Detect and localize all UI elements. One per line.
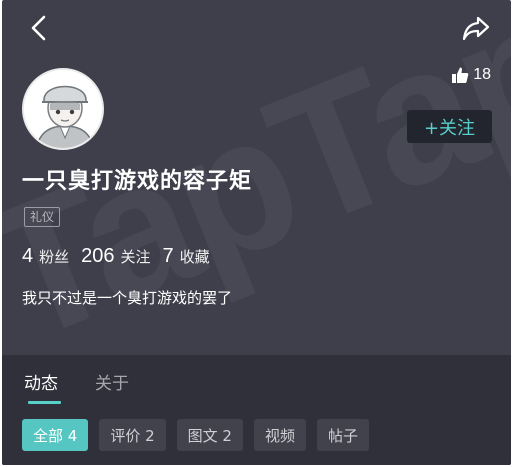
like-count: 18 <box>473 66 491 83</box>
avatar-image <box>24 70 102 148</box>
avatar[interactable] <box>22 68 104 150</box>
profile-screen: TapTap 18 +关注 一只臭打游戏的容子矩 礼仪 4 粉丝 206 关注 … <box>2 0 511 465</box>
filter-chips: 全部 4 评价 2 图文 2 视频 帖子 <box>22 419 369 451</box>
back-button[interactable] <box>24 12 56 44</box>
tab-active-indicator <box>28 401 61 404</box>
share-button[interactable] <box>459 12 493 44</box>
filter-videos[interactable]: 视频 <box>253 419 306 451</box>
thumbs-up-icon <box>452 67 469 83</box>
favorites-label[interactable]: 收藏 <box>180 246 210 267</box>
filter-all[interactable]: 全部 4 <box>22 419 89 451</box>
tab-dynamic[interactable]: 动态 <box>24 369 58 394</box>
favorites-count[interactable]: 7 <box>163 245 174 268</box>
content-panel: 动态 关于 全部 4 评价 2 图文 2 视频 帖子 <box>2 355 511 465</box>
filter-posts-images[interactable]: 图文 2 <box>176 419 243 451</box>
username: 一只臭打游戏的容子矩 <box>22 169 253 194</box>
followers-label[interactable]: 粉丝 <box>39 246 69 267</box>
profile-stats: 4 粉丝 206 关注 7 收藏 <box>22 245 222 268</box>
following-count[interactable]: 206 <box>81 245 114 268</box>
follow-button[interactable]: +关注 <box>407 110 492 143</box>
filter-reviews[interactable]: 评价 2 <box>99 419 166 451</box>
following-label[interactable]: 关注 <box>121 246 151 267</box>
share-arrow-icon <box>462 16 490 41</box>
filter-threads[interactable]: 帖子 <box>316 419 369 451</box>
followers-count[interactable]: 4 <box>22 245 33 268</box>
bio: 我只不过是一个臭打游戏的罢了 <box>22 289 233 307</box>
like-counter[interactable]: 18 <box>451 66 491 84</box>
chevron-left-icon <box>31 15 46 41</box>
user-tag: 礼仪 <box>24 207 61 227</box>
tab-about[interactable]: 关于 <box>95 369 129 394</box>
